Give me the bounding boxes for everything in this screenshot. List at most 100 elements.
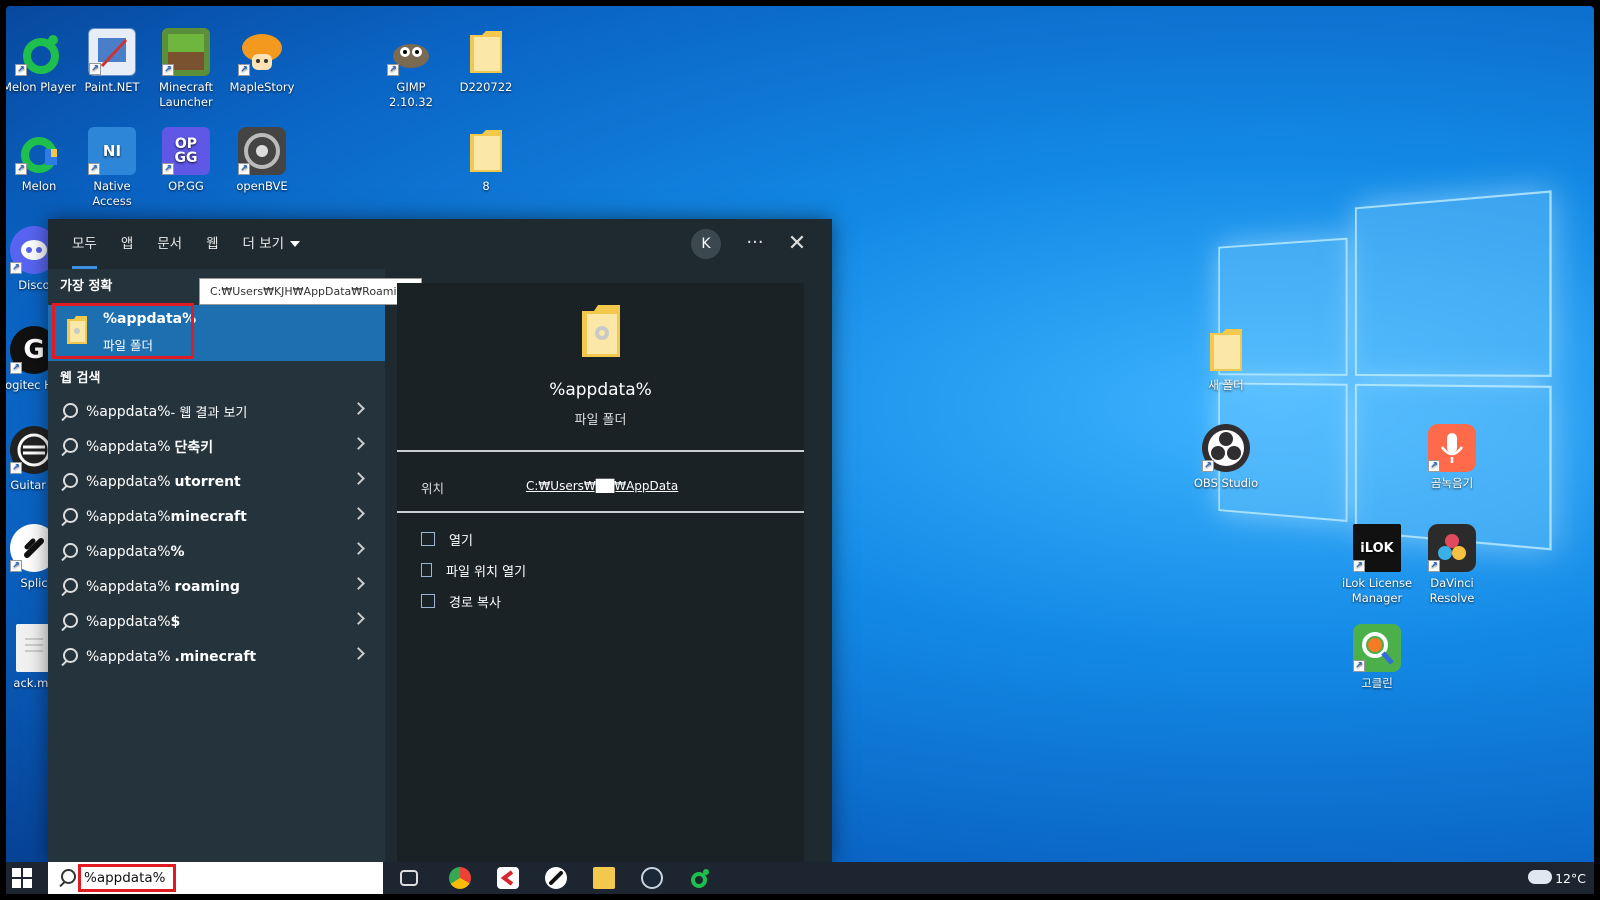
desktop-folder-d220722[interactable]: D220722 [448, 28, 524, 95]
web-search-heading: 웹 검색 [60, 371, 101, 386]
tab-documents[interactable]: 문서 [145, 219, 194, 269]
desktop-icon-native-access[interactable]: NI ↗ Native Access [74, 127, 150, 209]
chevron-right-icon [352, 612, 365, 625]
folder-icon [462, 28, 510, 76]
file-location-icon [421, 563, 432, 577]
web-result-0[interactable]: %appdata% - 웹 결과 보기 [48, 394, 385, 429]
tab-web[interactable]: 웹 [194, 219, 230, 269]
preview-title: %appdata% [549, 380, 652, 400]
desktop-icon-openbve[interactable]: ↗ openBVE [224, 127, 300, 194]
result-preview-pane: %appdata% 파일 폴더 위치 C:₩Users₩██₩AppData 열… [397, 283, 804, 862]
action-open[interactable]: 열기 [421, 527, 473, 551]
splice-taskbar-icon[interactable] [545, 867, 567, 889]
folder-icon [1202, 326, 1250, 374]
gimp-icon: ↗ [387, 28, 435, 76]
desktop-icon-gom-recorder[interactable]: ↗ 곰녹음기 [1414, 424, 1490, 491]
desktop-icon-opgg[interactable]: OP GG ↗ OP.GG [148, 127, 224, 194]
desktop-folder-8[interactable]: 8 [448, 127, 524, 194]
chevron-down-icon [290, 241, 301, 247]
document-icon [16, 624, 52, 672]
search-icon [60, 647, 78, 666]
divider [397, 450, 804, 452]
weather-temperature[interactable]: 12°C [1555, 871, 1586, 886]
action-copy-path[interactable]: 경로 복사 [421, 589, 501, 613]
chevron-right-icon [352, 647, 365, 660]
paint-net-icon: ↗ [88, 28, 136, 76]
location-link[interactable]: C:₩Users₩██₩AppData [526, 479, 678, 493]
more-options-button[interactable]: ··· [738, 229, 772, 259]
desktop-icon-paint-net[interactable]: ↗ Paint.NET [74, 28, 150, 95]
file-explorer-icon[interactable] [593, 867, 615, 889]
openbve-icon: ↗ [238, 127, 286, 175]
path-tooltip: C:₩Users₩KJH₩AppData₩Roaming [199, 278, 422, 305]
opgg-icon: OP GG ↗ [162, 127, 210, 175]
windows-logo-wallpaper [1218, 179, 1554, 553]
web-result-4[interactable]: %appdata%% [48, 534, 385, 569]
chrome-icon[interactable] [449, 867, 471, 889]
chevron-right-icon [352, 507, 365, 520]
action-open-file-location[interactable]: 파일 위치 열기 [421, 558, 526, 582]
web-result-6[interactable]: %appdata% $ [48, 604, 385, 639]
chevron-right-icon [352, 577, 365, 590]
search-icon [60, 577, 78, 596]
desktop-icon-ilok[interactable]: iLOK ↗ iLok License Manager [1339, 524, 1415, 606]
desktop-icon-obs-studio[interactable]: ↗ OBS Studio [1188, 424, 1264, 491]
task-view-icon[interactable] [400, 870, 418, 886]
taskbar: %appdata% 12°C [6, 862, 1594, 894]
web-result-2[interactable]: %appdata% utorrent [48, 464, 385, 499]
search-icon [60, 507, 78, 526]
divider [397, 511, 804, 513]
folder-icon [582, 305, 620, 357]
tab-more[interactable]: 더 보기 [231, 219, 313, 269]
highlight-box [78, 864, 176, 892]
search-icon [60, 402, 78, 421]
cloud-icon[interactable] [1528, 870, 1552, 884]
melon-icon: ↗ [15, 127, 63, 175]
folder-icon [462, 127, 510, 175]
desktop-icon-melon-player[interactable]: ↗ Melon Player [6, 28, 77, 95]
chevron-right-icon [352, 402, 365, 415]
melon-player-icon: ↗ [15, 28, 63, 76]
melon-taskbar-icon[interactable] [689, 867, 711, 889]
web-result-1[interactable]: %appdata% 단축키 [48, 429, 385, 464]
obs-icon: ↗ [1202, 424, 1250, 472]
microphone-icon: ↗ [1428, 424, 1476, 472]
desktop-icon-melon[interactable]: ↗ Melon [6, 127, 77, 194]
chevron-right-icon [352, 472, 365, 485]
close-button[interactable]: ✕ [780, 229, 814, 259]
search-icon [58, 869, 76, 887]
start-button[interactable] [12, 868, 32, 888]
tab-apps[interactable]: 앱 [109, 219, 145, 269]
minecraft-icon: ↗ [162, 28, 210, 76]
maplestory-mushroom-icon: ↗ [238, 28, 286, 76]
desktop-icon-goclean[interactable]: ↗ 고클린 [1339, 624, 1415, 691]
search-icon [60, 437, 78, 456]
web-result-7[interactable]: %appdata% .minecraft [48, 639, 385, 674]
search-results-list: 가장 정확 %appdata% 파일 폴더 C:₩Users₩KJH₩AppDa… [48, 269, 422, 862]
goclean-icon: ↗ [1353, 624, 1401, 672]
preview-subtitle: 파일 폴더 [574, 413, 627, 428]
search-icon [60, 612, 78, 631]
desktop-icon-minecraft-launcher[interactable]: ↗ Minecraft Launcher [148, 28, 224, 110]
desktop-icon-gimp[interactable]: ↗ GIMP 2.10.32 [373, 28, 449, 110]
windows-start-icon [12, 868, 21, 877]
desktop-icon-davinci-resolve[interactable]: ↗ DaVinci Resolve [1414, 524, 1490, 606]
taskbar-search-box[interactable]: %appdata% [48, 862, 383, 894]
start-search-panel: 모두 앱 문서 웹 더 보기 K ··· ✕ 가장 정확 %appdata% 파… [48, 219, 832, 862]
desktop-icon-maplestory[interactable]: ↗ MapleStory [224, 28, 300, 95]
user-avatar[interactable]: K [691, 229, 721, 259]
open-icon [421, 532, 435, 546]
native-access-icon: NI ↗ [88, 127, 136, 175]
search-icon [60, 472, 78, 491]
chevron-right-icon [352, 437, 365, 450]
web-result-3[interactable]: %appdata% minecraft [48, 499, 385, 534]
desktop-folder-new[interactable]: 새 폴더 [1188, 326, 1264, 393]
location-label: 위치 [421, 481, 445, 496]
search-icon [60, 542, 78, 561]
cakewalk-icon[interactable] [497, 867, 519, 889]
copy-icon [421, 594, 435, 608]
steam-icon[interactable] [641, 867, 663, 889]
ilok-icon: iLOK ↗ [1353, 524, 1401, 572]
tab-all[interactable]: 모두 [60, 219, 109, 269]
web-result-5[interactable]: %appdata% roaming [48, 569, 385, 604]
